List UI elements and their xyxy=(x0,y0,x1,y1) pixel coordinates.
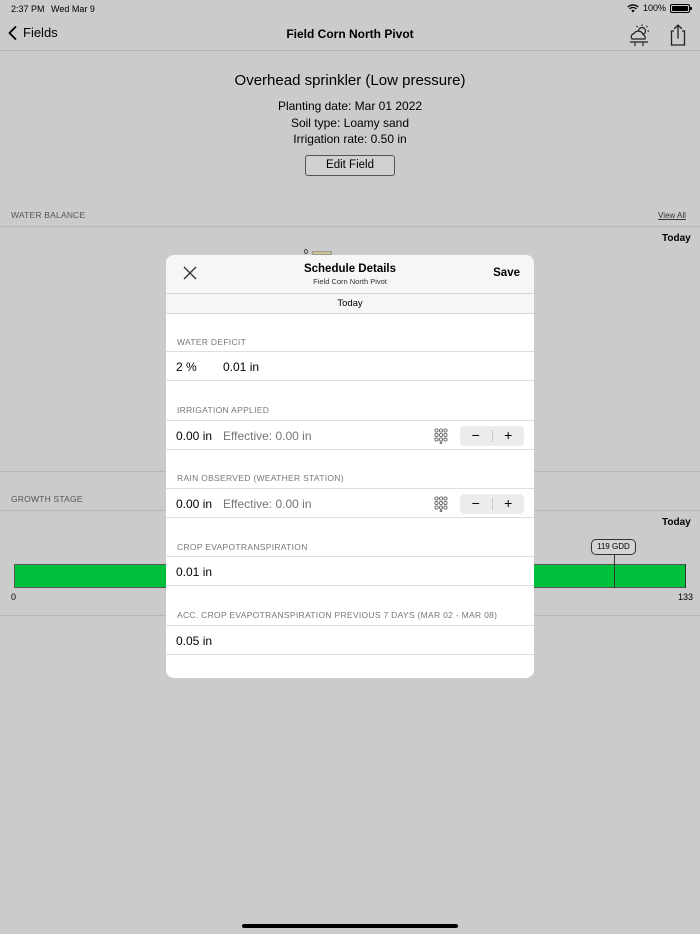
irrigation-rate: Irrigation rate: 0.50 in xyxy=(293,132,407,146)
acc-crop-et-label: ACC. CROP EVAPOTRANSPIRATION PREVIOUS 7 … xyxy=(177,610,498,620)
water-balance-today: Today xyxy=(662,233,691,244)
water-balance-label: WATER BALANCE xyxy=(11,210,86,220)
rain-observed-value[interactable]: 0.00 in xyxy=(176,497,212,511)
rain-decrement-button[interactable]: − xyxy=(460,494,492,514)
rain-observed-row: 0.00 in − + xyxy=(166,488,534,518)
rain-stepper[interactable]: − + xyxy=(460,494,524,514)
divider xyxy=(0,226,700,227)
page-title: Field Corn North Pivot xyxy=(286,27,414,41)
irrigation-effective-input[interactable] xyxy=(223,429,373,443)
rain-effective-input[interactable] xyxy=(223,497,373,511)
water-deficit-row: 2 % 0.01 in xyxy=(166,351,534,381)
irrigation-applied-label: IRRIGATION APPLIED xyxy=(177,405,270,415)
share-icon[interactable] xyxy=(665,22,691,48)
home-indicator[interactable] xyxy=(242,924,458,928)
gdd-badge: 119 GDD xyxy=(591,539,636,555)
save-button[interactable]: Save xyxy=(493,267,520,279)
weather-icon[interactable] xyxy=(626,22,652,48)
modal-subtitle: Field Corn North Pivot xyxy=(313,277,387,286)
navigation-bar: Fields Field Corn North Pivot xyxy=(0,18,700,51)
status-time: 2:37 PM xyxy=(11,4,45,14)
crop-et-value: 0.01 in xyxy=(176,565,213,579)
growth-min-label: 0 xyxy=(11,592,17,602)
rain-effective-field[interactable] xyxy=(223,497,373,511)
irrigation-increment-button[interactable]: + xyxy=(493,426,525,446)
irrigation-applied-row: 0.00 in − + xyxy=(166,420,534,450)
growth-stage-end-marker xyxy=(685,564,686,588)
field-title: Overhead sprinkler (Low pressure) xyxy=(234,72,466,89)
irrigation-effective-field[interactable] xyxy=(223,429,373,443)
battery-percent: 100% xyxy=(642,3,666,13)
growth-stage-today: Today xyxy=(662,517,691,528)
crop-et-label: CROP EVAPOTRANSPIRATION xyxy=(177,542,308,552)
status-bar: 2:37 PM Wed Mar 9 100% xyxy=(0,0,700,18)
water-deficit-percent: 2 % xyxy=(176,360,197,374)
rain-observed-label: RAIN OBSERVED (WEATHER STATION) xyxy=(177,473,344,483)
irrigation-stepper[interactable]: − + xyxy=(460,426,524,446)
irrigation-decrement-button[interactable]: − xyxy=(460,426,492,446)
status-right: 100% xyxy=(627,3,692,13)
battery-icon xyxy=(670,3,692,13)
water-deficit-value: 0.01 in xyxy=(223,360,260,374)
rain-increment-button[interactable]: + xyxy=(493,494,525,514)
crop-et-row: 0.01 in xyxy=(166,556,534,586)
field-summary: Overhead sprinkler (Low pressure) Planti… xyxy=(0,72,700,148)
edit-field-button[interactable]: Edit Field xyxy=(305,155,395,176)
schedule-details-modal: Schedule Details Field Corn North Pivot … xyxy=(166,255,534,678)
soil-type: Soil type: Loamy sand xyxy=(290,115,410,130)
water-deficit-label: WATER DEFICIT xyxy=(177,337,247,347)
modal-header: Schedule Details Field Corn North Pivot … xyxy=(166,255,534,294)
modal-day-label: Today xyxy=(166,294,534,314)
growth-stage-label: GROWTH STAGE xyxy=(11,494,83,504)
status-date: Wed Mar 9 xyxy=(51,4,95,14)
modal-title: Schedule Details xyxy=(303,263,397,275)
acc-crop-et-row: 0.05 in xyxy=(166,625,534,655)
keypad-icon[interactable] xyxy=(433,496,449,512)
irrigation-applied-value[interactable]: 0.00 in xyxy=(176,429,212,443)
growth-max-label: 133 xyxy=(678,592,694,602)
growth-stage-marker xyxy=(614,564,615,588)
wifi-icon xyxy=(627,3,639,12)
keypad-icon[interactable] xyxy=(433,428,449,444)
view-all-link[interactable]: View All xyxy=(658,211,686,220)
acc-crop-et-value: 0.05 in xyxy=(176,634,213,648)
planting-date: Planting date: Mar 01 2022 xyxy=(277,99,423,113)
